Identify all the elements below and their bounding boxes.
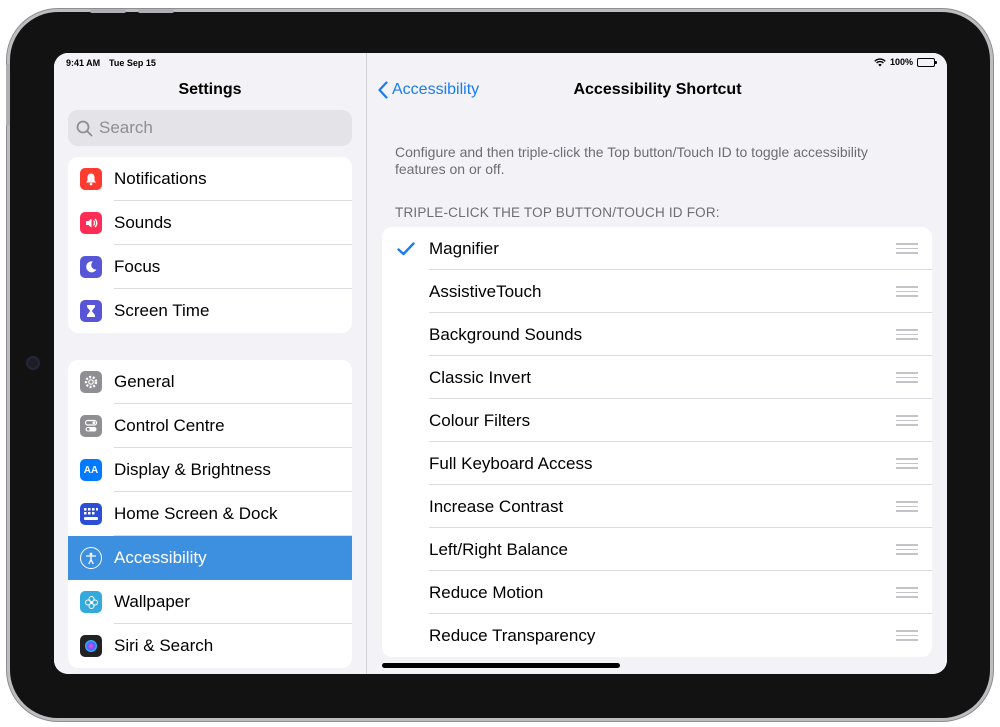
reorder-handle-icon[interactable] <box>896 501 918 512</box>
shortcut-item-label: AssistiveTouch <box>429 281 542 301</box>
status-right: 100% <box>874 57 937 67</box>
screen: 9:41 AM Tue Sep 15 100% Settings Search … <box>54 53 947 674</box>
settings-group-2: General Control Centre AA Display & Brig… <box>68 360 352 668</box>
gear-icon <box>80 371 102 393</box>
sidebar: Settings Search Notifications Sounds Foc… <box>54 53 367 674</box>
sidebar-item-wallpaper[interactable]: Wallpaper <box>68 580 352 624</box>
reorder-handle-icon[interactable] <box>896 587 918 598</box>
volume-down-button <box>138 9 174 13</box>
sidebar-item-label: Notifications <box>114 169 207 188</box>
sidebar-item-notifications[interactable]: Notifications <box>68 157 352 201</box>
shortcut-item-label: Reduce Motion <box>429 582 544 602</box>
shortcut-list: Magnifier AssistiveTouch Background Soun… <box>382 227 932 657</box>
siri-icon <box>80 635 102 657</box>
power-button <box>6 64 10 126</box>
front-camera <box>26 356 40 370</box>
sidebar-item-control-centre[interactable]: Control Centre <box>68 404 352 448</box>
sidebar-item-focus[interactable]: Focus <box>68 245 352 289</box>
sidebar-item-label: Control Centre <box>114 416 225 435</box>
reorder-handle-icon[interactable] <box>896 243 918 254</box>
sidebar-item-label: Screen Time <box>114 301 210 320</box>
shortcut-item-reduce-motion[interactable]: Reduce Motion <box>382 571 932 614</box>
shortcut-item-label: Reduce Transparency <box>429 625 596 645</box>
detail-pane: Accessibility Shortcut Accessibility Con… <box>368 53 947 674</box>
wifi-icon <box>874 57 886 66</box>
search-icon <box>76 120 93 136</box>
search-placeholder: Search <box>99 118 153 137</box>
sidebar-item-label: Siri & Search <box>114 636 214 655</box>
sidebar-item-label: General <box>114 372 175 391</box>
sidebar-item-general[interactable]: General <box>68 360 352 404</box>
shortcut-item-label: Left/Right Balance <box>429 539 568 559</box>
search-input[interactable]: Search <box>68 110 352 146</box>
shortcut-item-label: Increase Contrast <box>429 496 564 516</box>
home-indicator[interactable] <box>382 663 620 668</box>
grid-icon <box>80 503 102 525</box>
shortcut-item-left-right-balance[interactable]: Left/Right Balance <box>382 528 932 571</box>
shortcut-item-label: Background Sounds <box>429 324 583 344</box>
sidebar-item-screen-time[interactable]: Screen Time <box>68 289 352 333</box>
shortcut-item-classic-invert[interactable]: Classic Invert <box>382 356 932 399</box>
shortcut-item-increase-contrast[interactable]: Increase Contrast <box>382 485 932 528</box>
shortcut-item-reduce-transparency[interactable]: Reduce Transparency <box>382 614 932 657</box>
moon-icon <box>80 256 102 278</box>
back-label: Accessibility <box>392 81 480 98</box>
reorder-handle-icon[interactable] <box>896 630 918 641</box>
shortcut-item-assistivetouch[interactable]: AssistiveTouch <box>382 270 932 313</box>
reorder-handle-icon[interactable] <box>896 415 918 426</box>
shortcut-item-magnifier[interactable]: Magnifier <box>382 227 932 270</box>
flower-icon <box>80 591 102 613</box>
shortcut-item-label: Colour Filters <box>429 410 531 430</box>
sidebar-item-sounds[interactable]: Sounds <box>68 201 352 245</box>
shortcut-item-background-sounds[interactable]: Background Sounds <box>382 313 932 356</box>
sidebar-item-label: Accessibility <box>114 548 207 567</box>
text-size-icon: AA <box>80 459 102 481</box>
sidebar-item-label: Focus <box>114 257 161 276</box>
sidebar-title: Settings <box>178 81 242 98</box>
shortcut-description: Configure and then triple-click the Top … <box>395 144 868 177</box>
shortcut-item-label: Magnifier <box>429 238 499 258</box>
status-bar: 9:41 AM Tue Sep 15 100% <box>54 53 947 73</box>
bell-icon <box>80 168 102 190</box>
shortcut-item-label: Full Keyboard Access <box>429 453 593 473</box>
checkmark-icon <box>382 241 429 256</box>
reorder-handle-icon[interactable] <box>896 329 918 340</box>
hourglass-icon <box>80 300 102 322</box>
section-header: TRIPLE-CLICK THE TOP BUTTON/TOUCH ID FOR… <box>395 205 720 220</box>
sidebar-item-siri-search[interactable]: Siri & Search <box>68 624 352 668</box>
battery-icon <box>917 57 937 67</box>
reorder-handle-icon[interactable] <box>896 544 918 555</box>
toggles-icon <box>80 415 102 437</box>
shortcut-item-full-keyboard-access[interactable]: Full Keyboard Access <box>382 442 932 485</box>
shortcut-item-colour-filters[interactable]: Colour Filters <box>382 399 932 442</box>
sidebar-item-label: Display & Brightness <box>114 460 271 479</box>
sidebar-item-label: Home Screen & Dock <box>114 504 278 523</box>
speaker-icon <box>80 212 102 234</box>
volume-up-button <box>90 9 126 13</box>
status-date: Tue Sep 15 <box>109 58 156 68</box>
sidebar-item-label: Wallpaper <box>114 592 190 611</box>
reorder-handle-icon[interactable] <box>896 286 918 297</box>
accessibility-icon <box>80 547 102 569</box>
chevron-left-icon <box>378 81 388 99</box>
sidebar-item-home-screen-dock[interactable]: Home Screen & Dock <box>68 492 352 536</box>
back-button[interactable]: Accessibility <box>378 81 479 99</box>
shortcut-item-label: Classic Invert <box>429 367 532 387</box>
reorder-handle-icon[interactable] <box>896 458 918 469</box>
settings-group-1: Notifications Sounds Focus Screen Time <box>68 157 352 333</box>
reorder-handle-icon[interactable] <box>896 372 918 383</box>
sidebar-item-label: Sounds <box>114 213 172 232</box>
status-time: 9:41 AM <box>66 58 101 68</box>
sidebar-item-display-brightness[interactable]: AA Display & Brightness <box>68 448 352 492</box>
battery-percent: 100% <box>889 57 913 67</box>
sidebar-item-accessibility[interactable]: Accessibility <box>68 536 352 580</box>
